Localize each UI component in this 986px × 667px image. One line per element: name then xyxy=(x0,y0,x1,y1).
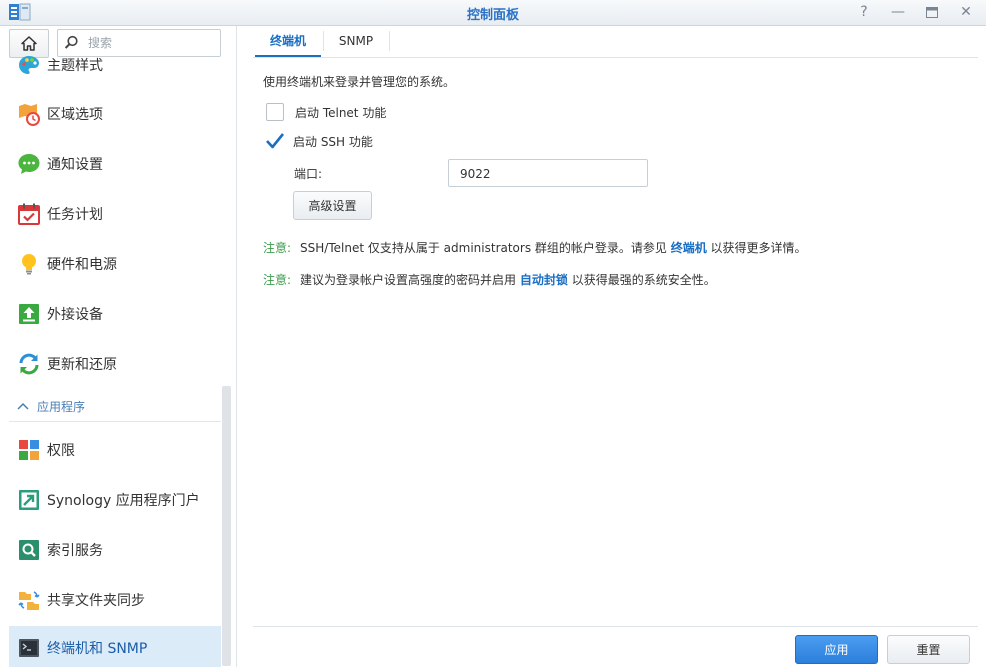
auto-block-link[interactable]: 自动封锁 xyxy=(520,273,568,287)
ssh-label: 启动 SSH 功能 xyxy=(293,135,373,149)
reset-button[interactable]: 重置 xyxy=(887,635,970,664)
port-label: 端口: xyxy=(294,167,323,181)
sidebar-item-theme[interactable]: 主题样式 xyxy=(9,45,221,85)
sidebar: 主题样式 区域选项 通知设置 xyxy=(0,26,237,667)
note-password-security: 注意: 建议为登录帐户设置高强度的密码并启用 自动封锁 以获得最强的系统安全性。 xyxy=(263,271,716,288)
sidebar-item-label: 更新和还原 xyxy=(47,357,117,373)
sidebar-item-notification[interactable]: 通知设置 xyxy=(9,144,221,184)
sidebar-item-permissions[interactable]: 权限 xyxy=(9,430,221,470)
note-text: 以获得更多详情。 xyxy=(706,241,807,255)
advanced-settings-button[interactable]: 高级设置 xyxy=(293,191,372,220)
lightbulb-icon xyxy=(17,252,41,276)
window-titlebar: 控制面板 ? — ✕ xyxy=(0,0,986,26)
sidebar-item-update-restore[interactable]: 更新和还原 xyxy=(9,344,221,384)
telnet-checkbox[interactable] xyxy=(266,103,284,121)
sidebar-item-label: 索引服务 xyxy=(47,543,103,559)
minimize-button[interactable]: — xyxy=(888,3,908,21)
palette-icon xyxy=(17,53,41,77)
port-input[interactable] xyxy=(458,162,642,186)
sidebar-item-label: 终端机和 SNMP xyxy=(47,641,148,657)
sidebar-item-label: 权限 xyxy=(47,443,75,459)
refresh-icon xyxy=(17,352,41,376)
sidebar-item-label: 共享文件夹同步 xyxy=(47,593,145,609)
region-clock-icon xyxy=(17,102,41,126)
apply-button[interactable]: 应用 xyxy=(795,635,878,664)
section-label: 应用程序 xyxy=(37,399,86,414)
note-prefix: 注意: xyxy=(263,273,292,287)
page-description: 使用终端机来登录并管理您的系统。 xyxy=(263,75,456,89)
sidebar-item-app-portal[interactable]: Synology 应用程序门户 xyxy=(9,480,221,520)
tab-bar: 终端机 SNMP xyxy=(253,26,978,58)
sidebar-item-shared-folder-sync[interactable]: 共享文件夹同步 xyxy=(9,580,221,620)
maximize-button[interactable] xyxy=(922,3,942,21)
sidebar-item-indexing[interactable]: 索引服务 xyxy=(9,530,221,570)
tab-divider xyxy=(389,31,390,51)
ssh-checkbox[interactable] xyxy=(266,132,285,150)
note-text: 以获得最强的系统安全性。 xyxy=(567,273,716,287)
note-ssh-admin: 注意: SSH/Telnet 仅支持从属于 administrators 群组的帐… xyxy=(263,239,807,256)
telnet-option: 启动 Telnet 功能 xyxy=(266,103,386,121)
search-index-icon xyxy=(17,538,41,562)
sidebar-item-label: 硬件和电源 xyxy=(47,257,117,273)
sidebar-item-task-scheduler[interactable]: 任务计划 xyxy=(9,194,221,234)
permissions-grid-icon xyxy=(17,438,41,462)
ssh-option: 启动 SSH 功能 xyxy=(266,132,373,150)
sidebar-item-label: 通知设置 xyxy=(47,157,103,173)
sidebar-item-terminal-snmp[interactable]: 终端机和 SNMP xyxy=(9,626,221,667)
sidebar-item-label: 任务计划 xyxy=(47,207,103,223)
sidebar-item-label: Synology 应用程序门户 xyxy=(47,493,200,509)
upload-arrow-icon xyxy=(17,302,41,326)
sidebar-item-hardware-power[interactable]: 硬件和电源 xyxy=(9,244,221,284)
sidebar-section-applications[interactable]: 应用程序 xyxy=(9,391,221,422)
chat-bubble-icon xyxy=(17,152,41,176)
note-prefix: 注意: xyxy=(263,241,292,255)
close-icon: ✕ xyxy=(960,4,972,20)
sidebar-item-external-devices[interactable]: 外接设备 xyxy=(9,294,221,334)
sidebar-scrollbar[interactable] xyxy=(222,386,231,666)
port-field[interactable] xyxy=(448,159,648,187)
minimize-icon: — xyxy=(891,4,905,20)
terminal-icon xyxy=(17,636,41,660)
terminal-help-link[interactable]: 终端机 xyxy=(671,241,707,255)
note-text: SSH/Telnet 仅支持从属于 administrators 群组的帐户登录… xyxy=(300,241,671,255)
sidebar-item-region[interactable]: 区域选项 xyxy=(9,94,221,134)
footer-divider xyxy=(253,626,978,627)
sidebar-item-label: 区域选项 xyxy=(47,107,103,123)
maximize-icon xyxy=(926,6,938,18)
calendar-check-icon xyxy=(17,202,41,226)
note-text: 建议为登录帐户设置高强度的密码并启用 xyxy=(300,273,520,287)
sidebar-item-label: 外接设备 xyxy=(47,307,103,323)
help-button[interactable]: ? xyxy=(854,3,874,21)
portal-arrow-icon xyxy=(17,488,41,512)
sidebar-item-label: 主题样式 xyxy=(47,58,103,74)
checkmark-icon xyxy=(266,132,285,148)
chevron-up-icon xyxy=(17,402,29,410)
folder-sync-icon xyxy=(17,588,41,612)
close-button[interactable]: ✕ xyxy=(956,3,976,21)
tab-snmp[interactable]: SNMP xyxy=(324,26,388,56)
tab-terminal[interactable]: 终端机 xyxy=(255,26,321,57)
telnet-label: 启动 Telnet 功能 xyxy=(295,105,387,120)
window-title: 控制面板 xyxy=(466,8,519,23)
